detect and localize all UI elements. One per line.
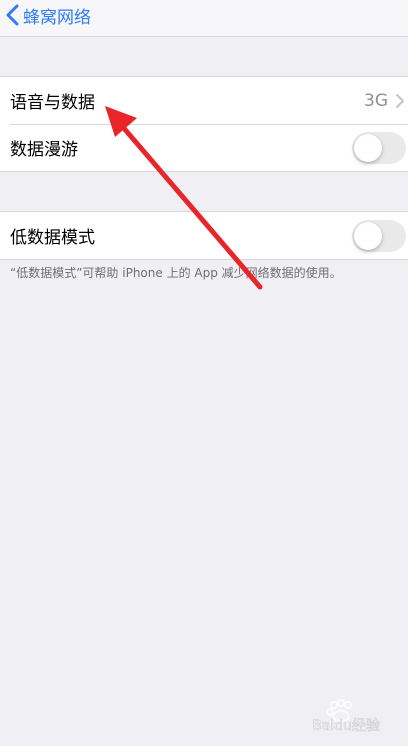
chevron-right-icon	[396, 93, 404, 108]
voice-and-data-row[interactable]: 语音与数据 3G	[0, 77, 408, 124]
baidu-jingyan-watermark: Baidu经验	[312, 699, 380, 734]
data-roaming-row: 数据漫游	[0, 124, 408, 171]
voice-and-data-value: 3G	[364, 90, 388, 111]
toggle-knob	[354, 221, 382, 250]
voice-and-data-label: 语音与数据	[10, 93, 95, 113]
svg-text:Baidu经验: Baidu经验	[312, 718, 380, 734]
back-button[interactable]: 蜂窝网络	[0, 0, 130, 30]
data-roaming-label: 数据漫游	[10, 140, 78, 160]
low-data-mode-toggle[interactable]	[352, 219, 406, 252]
navigation-bar: 蜂窝网络	[0, 0, 408, 37]
toggle-knob	[354, 133, 382, 162]
settings-group-voice-data: 语音与数据 3G 数据漫游	[0, 76, 408, 172]
low-data-mode-row: 低数据模式	[0, 212, 408, 259]
low-data-mode-label: 低数据模式	[10, 228, 95, 248]
chevron-left-icon	[6, 4, 19, 26]
low-data-mode-footnote: “低数据模式”可帮助 iPhone 上的 App 减少网络数据的使用。	[10, 266, 342, 280]
back-label: 蜂窝网络	[23, 7, 91, 28]
settings-group-low-data: 低数据模式	[0, 211, 408, 260]
data-roaming-toggle[interactable]	[352, 131, 406, 164]
